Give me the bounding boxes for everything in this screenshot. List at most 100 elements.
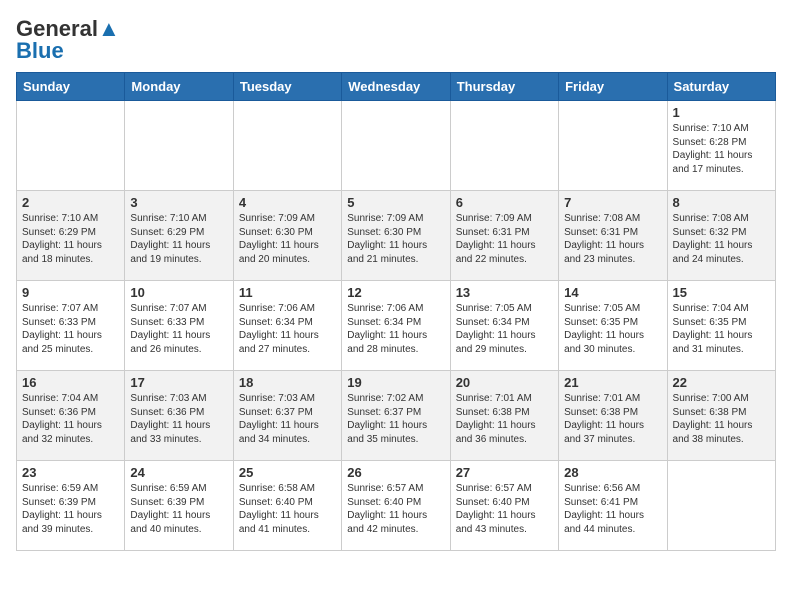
day-info: Sunrise: 7:10 AM Sunset: 6:28 PM Dayligh… [673, 122, 770, 176]
day-number: 28 [564, 465, 661, 480]
weekday-header-monday: Monday [125, 73, 233, 101]
day-cell: 2 Sunrise: 7:10 AM Sunset: 6:29 PM Daylig… [17, 191, 125, 281]
day-number: 2 [22, 195, 119, 210]
day-info: Sunrise: 7:09 AM Sunset: 6:30 PM Dayligh… [347, 212, 444, 266]
day-number: 26 [347, 465, 444, 480]
day-cell: 6 Sunrise: 7:09 AM Sunset: 6:31 PM Daylig… [450, 191, 558, 281]
day-cell: 11Sunrise: 7:06 AM Sunset: 6:34 PM Dayli… [233, 281, 341, 371]
day-number: 12 [347, 285, 444, 300]
day-info: Sunrise: 7:03 AM Sunset: 6:37 PM Dayligh… [239, 392, 336, 446]
day-info: Sunrise: 7:03 AM Sunset: 6:36 PM Dayligh… [130, 392, 227, 446]
weekday-header-friday: Friday [559, 73, 667, 101]
day-cell: 14 Sunrise: 7:05 AM Sunset: 6:35 PM Dayli… [559, 281, 667, 371]
day-number: 16 [22, 375, 119, 390]
day-number: 18 [239, 375, 336, 390]
day-number: 7 [564, 195, 661, 210]
day-number: 17 [130, 375, 227, 390]
day-number: 5 [347, 195, 444, 210]
day-cell: 16Sunrise: 7:04 AM Sunset: 6:36 PM Dayli… [17, 371, 125, 461]
day-cell [125, 101, 233, 191]
day-info: Sunrise: 7:05 AM Sunset: 6:34 PM Dayligh… [456, 302, 553, 356]
day-number: 6 [456, 195, 553, 210]
day-cell [559, 101, 667, 191]
day-info: Sunrise: 7:10 AM Sunset: 6:29 PM Dayligh… [22, 212, 119, 266]
day-cell: 12 Sunrise: 7:06 AM Sunset: 6:34 PM Dayli… [342, 281, 450, 371]
day-info: Sunrise: 7:07 AM Sunset: 6:33 PM Dayligh… [22, 302, 119, 356]
day-number: 27 [456, 465, 553, 480]
week-row-4: 23 Sunrise: 6:59 AM Sunset: 6:39 PM Dayli… [17, 461, 776, 551]
day-cell: 10 Sunrise: 7:07 AM Sunset: 6:33 PM Dayli… [125, 281, 233, 371]
day-info: Sunrise: 6:59 AM Sunset: 6:39 PM Dayligh… [22, 482, 119, 536]
day-cell: 28 Sunrise: 6:56 AM Sunset: 6:41 PM Dayli… [559, 461, 667, 551]
day-number: 10 [130, 285, 227, 300]
day-number: 4 [239, 195, 336, 210]
day-info: Sunrise: 7:09 AM Sunset: 6:31 PM Dayligh… [456, 212, 553, 266]
weekday-header-thursday: Thursday [450, 73, 558, 101]
day-cell: 7 Sunrise: 7:08 AM Sunset: 6:31 PM Daylig… [559, 191, 667, 281]
day-number: 14 [564, 285, 661, 300]
day-info: Sunrise: 7:04 AM Sunset: 6:35 PM Dayligh… [673, 302, 770, 356]
day-cell: 3 Sunrise: 7:10 AM Sunset: 6:29 PM Daylig… [125, 191, 233, 281]
day-number: 24 [130, 465, 227, 480]
day-cell: 21 Sunrise: 7:01 AM Sunset: 6:38 PM Dayli… [559, 371, 667, 461]
day-info: Sunrise: 7:05 AM Sunset: 6:35 PM Dayligh… [564, 302, 661, 356]
day-cell [450, 101, 558, 191]
weekday-header-saturday: Saturday [667, 73, 775, 101]
day-number: 3 [130, 195, 227, 210]
day-cell: 5 Sunrise: 7:09 AM Sunset: 6:30 PM Daylig… [342, 191, 450, 281]
day-number: 25 [239, 465, 336, 480]
day-cell: 9 Sunrise: 7:07 AM Sunset: 6:33 PM Daylig… [17, 281, 125, 371]
day-info: Sunrise: 7:09 AM Sunset: 6:30 PM Dayligh… [239, 212, 336, 266]
day-info: Sunrise: 7:01 AM Sunset: 6:38 PM Dayligh… [456, 392, 553, 446]
day-cell: 25 Sunrise: 6:58 AM Sunset: 6:40 PM Dayli… [233, 461, 341, 551]
day-cell: 27 Sunrise: 6:57 AM Sunset: 6:40 PM Dayli… [450, 461, 558, 551]
day-number: 1 [673, 105, 770, 120]
day-number: 22 [673, 375, 770, 390]
day-info: Sunrise: 7:08 AM Sunset: 6:31 PM Dayligh… [564, 212, 661, 266]
day-cell [17, 101, 125, 191]
week-row-1: 2 Sunrise: 7:10 AM Sunset: 6:29 PM Daylig… [17, 191, 776, 281]
weekday-header-wednesday: Wednesday [342, 73, 450, 101]
day-cell: 15 Sunrise: 7:04 AM Sunset: 6:35 PM Dayli… [667, 281, 775, 371]
day-cell: 18 Sunrise: 7:03 AM Sunset: 6:37 PM Dayli… [233, 371, 341, 461]
day-number: 11 [239, 285, 336, 300]
day-cell [667, 461, 775, 551]
day-info: Sunrise: 6:59 AM Sunset: 6:39 PM Dayligh… [130, 482, 227, 536]
day-info: Sunrise: 6:57 AM Sunset: 6:40 PM Dayligh… [456, 482, 553, 536]
day-info: Sunrise: 6:56 AM Sunset: 6:41 PM Dayligh… [564, 482, 661, 536]
weekday-header-row: SundayMondayTuesdayWednesdayThursdayFrid… [17, 73, 776, 101]
day-cell: 20 Sunrise: 7:01 AM Sunset: 6:38 PM Dayli… [450, 371, 558, 461]
day-info: Sunrise: 7:06 AM Sunset: 6:34 PM Dayligh… [347, 302, 444, 356]
day-cell: 4 Sunrise: 7:09 AM Sunset: 6:30 PM Daylig… [233, 191, 341, 281]
week-row-3: 16Sunrise: 7:04 AM Sunset: 6:36 PM Dayli… [17, 371, 776, 461]
day-cell [233, 101, 341, 191]
day-info: Sunrise: 7:08 AM Sunset: 6:32 PM Dayligh… [673, 212, 770, 266]
day-cell: 23 Sunrise: 6:59 AM Sunset: 6:39 PM Dayli… [17, 461, 125, 551]
day-cell: 1 Sunrise: 7:10 AM Sunset: 6:28 PM Daylig… [667, 101, 775, 191]
day-cell: 19Sunrise: 7:02 AM Sunset: 6:37 PM Dayli… [342, 371, 450, 461]
day-cell: 17 Sunrise: 7:03 AM Sunset: 6:36 PM Dayli… [125, 371, 233, 461]
day-number: 20 [456, 375, 553, 390]
day-cell: 8Sunrise: 7:08 AM Sunset: 6:32 PM Daylig… [667, 191, 775, 281]
day-number: 13 [456, 285, 553, 300]
calendar-table: SundayMondayTuesdayWednesdayThursdayFrid… [16, 72, 776, 551]
weekday-header-sunday: Sunday [17, 73, 125, 101]
day-info: Sunrise: 7:00 AM Sunset: 6:38 PM Dayligh… [673, 392, 770, 446]
day-number: 15 [673, 285, 770, 300]
week-row-0: 1 Sunrise: 7:10 AM Sunset: 6:28 PM Daylig… [17, 101, 776, 191]
day-info: Sunrise: 7:07 AM Sunset: 6:33 PM Dayligh… [130, 302, 227, 356]
day-info: Sunrise: 7:01 AM Sunset: 6:38 PM Dayligh… [564, 392, 661, 446]
day-cell: 22 Sunrise: 7:00 AM Sunset: 6:38 PM Dayli… [667, 371, 775, 461]
day-info: Sunrise: 7:02 AM Sunset: 6:37 PM Dayligh… [347, 392, 444, 446]
day-info: Sunrise: 7:10 AM Sunset: 6:29 PM Dayligh… [130, 212, 227, 266]
day-number: 21 [564, 375, 661, 390]
day-number: 9 [22, 285, 119, 300]
day-cell [342, 101, 450, 191]
week-row-2: 9 Sunrise: 7:07 AM Sunset: 6:33 PM Daylig… [17, 281, 776, 371]
day-number: 23 [22, 465, 119, 480]
logo-blue-text: Blue [16, 38, 64, 64]
day-cell: 13 Sunrise: 7:05 AM Sunset: 6:34 PM Dayli… [450, 281, 558, 371]
day-info: Sunrise: 6:58 AM Sunset: 6:40 PM Dayligh… [239, 482, 336, 536]
day-cell: 24 Sunrise: 6:59 AM Sunset: 6:39 PM Dayli… [125, 461, 233, 551]
weekday-header-tuesday: Tuesday [233, 73, 341, 101]
